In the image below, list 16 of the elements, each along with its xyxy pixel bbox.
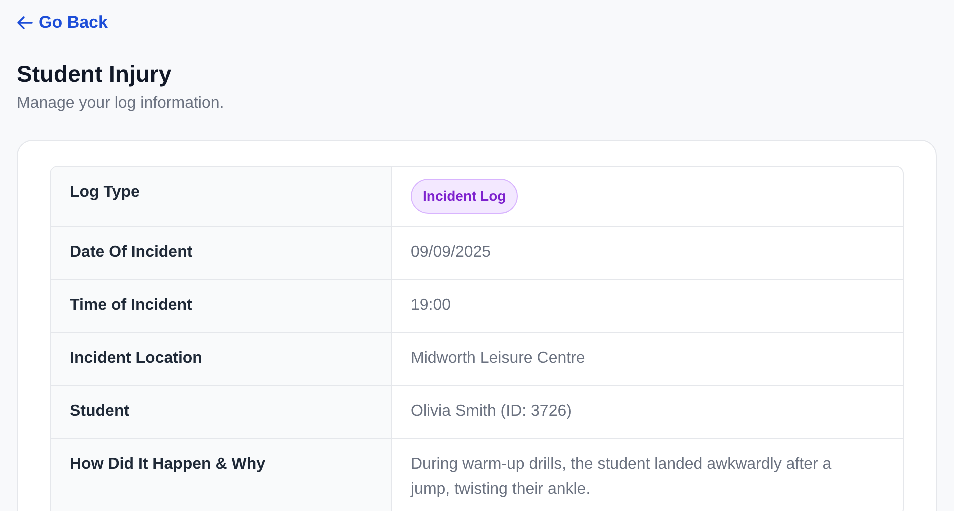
- log-type-tag: Incident Log: [411, 178, 518, 214]
- field-value: 19:00: [410, 296, 452, 316]
- field-label: Student: [51, 386, 392, 438]
- field-value: Midworth Leisure Centre: [410, 348, 586, 369]
- left-arrow-icon: [17, 16, 33, 30]
- page-title: Student Injury: [17, 60, 173, 89]
- field-label: Time of Incident: [51, 280, 392, 332]
- field-label: How Did It Happen & Why: [51, 438, 392, 511]
- field-label: Date Of Incident: [51, 226, 392, 279]
- field-value: During warm-up drills, the student landed awkwardly after a jump, twisting their ankle.: [410, 454, 833, 500]
- field-label: Log Type: [51, 166, 392, 226]
- page-subtitle: Manage your log information.: [17, 94, 226, 114]
- go-back-link[interactable]: Go Back: [17, 10, 108, 36]
- field-label: Incident Location: [51, 332, 392, 385]
- field-value: Olivia Smith (ID: 3726): [410, 402, 573, 422]
- field-value: 09/09/2025: [410, 242, 492, 263]
